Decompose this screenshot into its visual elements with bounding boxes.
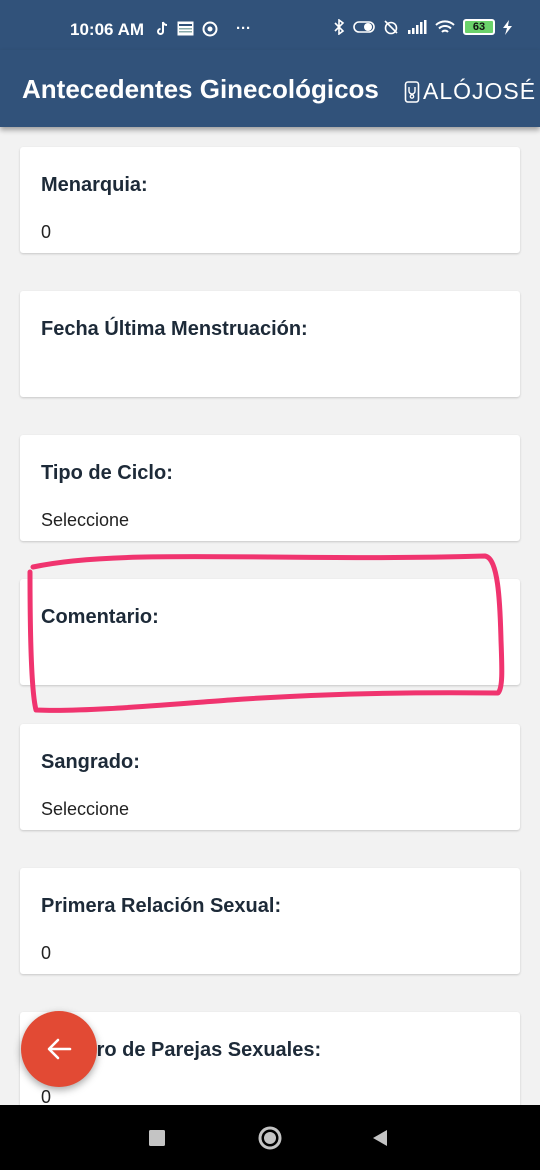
logo-text: ALÓJOSÉ: [423, 78, 537, 104]
field-label: Comentario:: [41, 606, 159, 628]
field-card-comentario[interactable]: Comentario:: [20, 579, 520, 685]
page-title: Antecedentes Ginecológicos: [22, 74, 379, 104]
back-button[interactable]: [365, 1123, 395, 1153]
recent-apps-icon: [149, 1130, 165, 1146]
form-content: Menarquia: 0 Fecha Última Menstruación: …: [0, 127, 540, 1105]
signal-icon: [408, 20, 427, 34]
tiktok-icon: [157, 21, 168, 35]
back-fab-button[interactable]: [21, 1011, 97, 1087]
status-right-icons: 63: [333, 19, 512, 35]
home-icon: [258, 1126, 282, 1150]
home-button[interactable]: [255, 1123, 285, 1153]
alarm-off-icon: [384, 20, 398, 35]
field-label: Primera Relación Sexual:: [41, 895, 282, 917]
system-nav-bar: [0, 1105, 540, 1170]
sync-icon: [202, 21, 218, 36]
status-bar: 10:06 AM ··· 63: [0, 0, 540, 50]
field-value[interactable]: Seleccione: [41, 799, 129, 820]
bluetooth-icon: [334, 19, 345, 35]
field-value[interactable]: Seleccione: [41, 510, 129, 531]
stethoscope-phone-icon: [404, 80, 420, 103]
toggle-icon: [353, 21, 375, 33]
field-label: Tipo de Ciclo:: [41, 462, 173, 484]
field-value[interactable]: 0: [41, 943, 51, 964]
news-icon: [177, 21, 194, 36]
field-card-tipo-de-ciclo[interactable]: Tipo de Ciclo: Seleccione: [20, 435, 520, 541]
wifi-icon: [435, 19, 455, 33]
brand-logo: ALÓJOSÉ 24: [404, 78, 540, 105]
more-dots: ···: [236, 20, 251, 37]
back-icon: [373, 1130, 387, 1146]
field-label: Sangrado:: [41, 751, 140, 773]
arrow-left-icon: [47, 1038, 72, 1060]
field-card-sangrado[interactable]: Sangrado: Seleccione: [20, 724, 520, 830]
field-label: Menarquia:: [41, 174, 148, 196]
status-left-icons: ···: [155, 20, 251, 37]
battery-icon: 63: [463, 19, 495, 35]
field-card-menarquia[interactable]: Menarquia: 0: [20, 147, 520, 253]
recent-apps-button[interactable]: [142, 1123, 172, 1153]
field-label: Fecha Última Menstruación:: [41, 318, 308, 340]
field-card-fecha-ultima-menstruacion[interactable]: Fecha Última Menstruación:: [20, 291, 520, 397]
field-value[interactable]: 0: [41, 222, 51, 243]
charging-icon: [503, 19, 512, 35]
status-time: 10:06 AM: [70, 20, 145, 39]
field-card-primera-relacion-sexual[interactable]: Primera Relación Sexual: 0: [20, 868, 520, 974]
field-value[interactable]: 0: [41, 1087, 51, 1105]
app-bar: Antecedentes Ginecológicos ALÓJOSÉ 24: [0, 50, 540, 127]
